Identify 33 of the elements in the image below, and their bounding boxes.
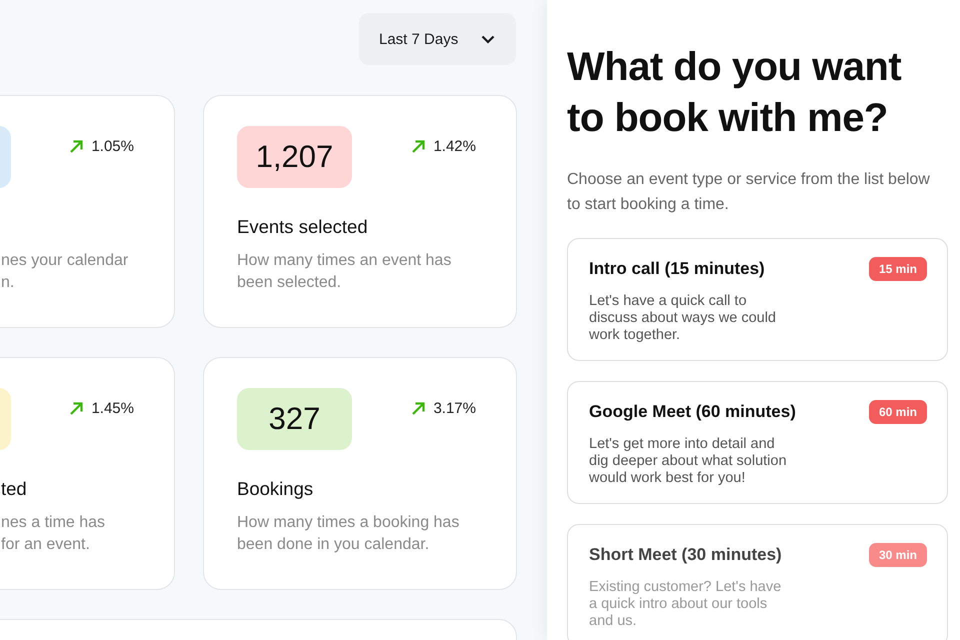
event-type-card[interactable]: Short Meet (30 minutes) 30 min Existing customer? Let's have a quick intro about our tools and us. (567, 524, 948, 640)
booking-heading: What do you want to book with me? (567, 44, 902, 142)
trend-percent: 1.42% (433, 138, 476, 155)
event-description: Existing customer? Let's have a quick intro about our tools and us. (589, 579, 782, 630)
duration-tag: 30 min (868, 543, 927, 567)
trend-up-icon (411, 139, 426, 154)
event-title: Google Meet (60 minutes) (589, 402, 796, 422)
trend-percent: 3.17% (433, 400, 476, 417)
event-type-card[interactable]: Google Meet (60 minutes) 60 min Let's get more into detail and dig deeper about what solution would work best for you! (567, 381, 948, 504)
trend-percent: 1.45% (91, 400, 134, 417)
event-description: Let's have a quick call to discuss about ways we could work together. (589, 293, 777, 344)
trend-up-icon (69, 401, 84, 416)
stat-description: nes a time has for an event. (1, 513, 106, 555)
trend-percent: 1.05% (91, 138, 134, 155)
trend-up-icon (69, 139, 84, 154)
chevron-down-icon (481, 34, 495, 44)
event-description: Let's get more into detail and dig deeper about what solution would work best for you! (589, 436, 788, 487)
date-range-dropdown[interactable]: Last 7 Days (359, 13, 516, 65)
event-title: Intro call (15 minutes) (589, 259, 765, 279)
event-title: Short Meet (30 minutes) (589, 545, 782, 565)
stat-title: Bookings (237, 478, 314, 500)
stat-description: How many times an event has been selected. (237, 251, 452, 293)
stat-description: How many times a booking has been done in you calendar. (237, 513, 460, 555)
stat-value: 1,207 (237, 126, 352, 188)
stat-title: Events selected (237, 216, 369, 238)
booking-subtitle: Choose an event type or service from the list below to start booking a time. (567, 170, 931, 215)
duration-tag: 15 min (868, 257, 927, 281)
duration-tag: 60 min (868, 400, 927, 424)
trend-up-icon (411, 401, 426, 416)
stat-value: 327 (237, 388, 352, 450)
event-type-card[interactable]: Intro call (15 minutes) 15 min Let's have a quick call to discuss about ways we could work together. (567, 238, 948, 361)
stat-description: nes your calendar n. (1, 251, 130, 293)
stat-title: ted (1, 478, 28, 500)
